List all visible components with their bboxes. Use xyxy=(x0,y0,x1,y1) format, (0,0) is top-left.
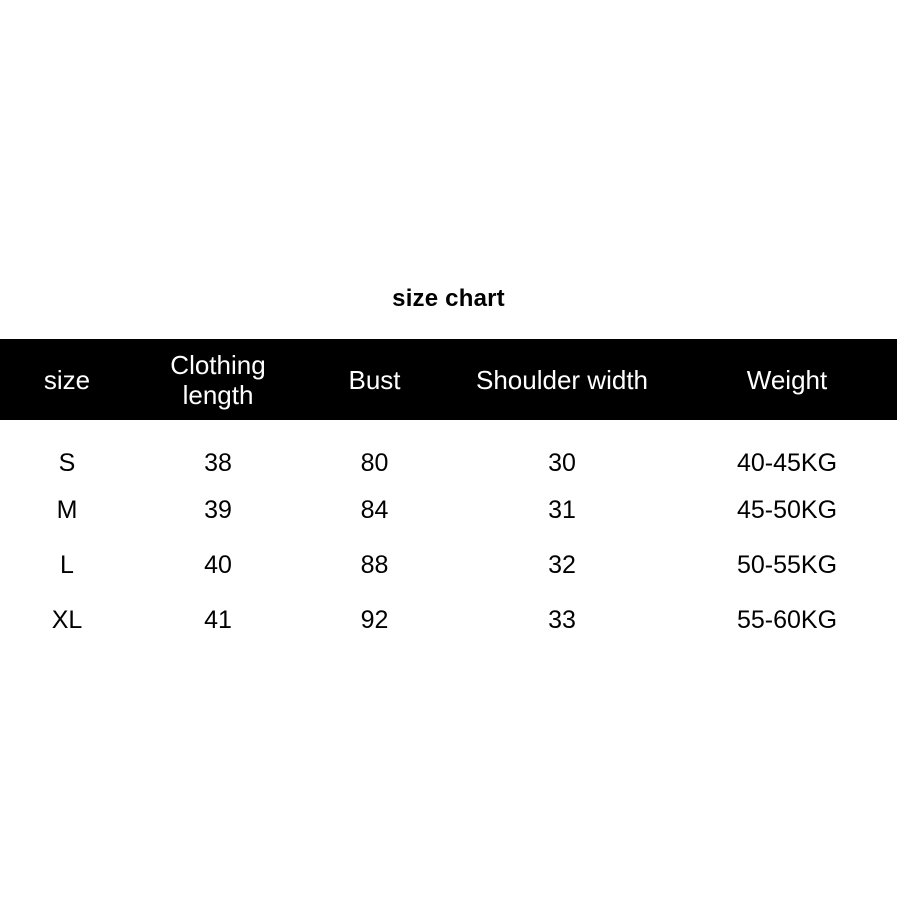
cell-shoulder: 31 xyxy=(447,482,677,537)
cell-shoulder: 30 xyxy=(447,420,677,482)
cell-size: S xyxy=(0,420,134,482)
cell-bust: 80 xyxy=(302,420,447,482)
column-header-weight: Weight xyxy=(677,339,897,420)
size-chart-page: size chart size Clothing length Bust Sho… xyxy=(0,0,897,897)
cell-shoulder: 32 xyxy=(447,537,677,592)
column-header-shoulder-width: Shoulder width xyxy=(447,339,677,420)
size-chart-table: size Clothing length Bust Shoulder width… xyxy=(0,339,897,647)
cell-bust: 88 xyxy=(302,537,447,592)
cell-weight: 45-50KG xyxy=(677,482,897,537)
cell-weight: 50-55KG xyxy=(677,537,897,592)
cell-length: 39 xyxy=(134,482,302,537)
cell-length: 38 xyxy=(134,420,302,482)
cell-size: L xyxy=(0,537,134,592)
table-row: XL 41 92 33 55-60KG xyxy=(0,592,897,647)
table-header-row: size Clothing length Bust Shoulder width… xyxy=(0,339,897,420)
table-header: size Clothing length Bust Shoulder width… xyxy=(0,339,897,420)
table-row: S 38 80 30 40-45KG xyxy=(0,420,897,482)
cell-size: XL xyxy=(0,592,134,647)
table-row: M 39 84 31 45-50KG xyxy=(0,482,897,537)
cell-weight: 55-60KG xyxy=(677,592,897,647)
column-header-weight-label: Weight xyxy=(746,364,828,395)
table-body: S 38 80 30 40-45KG M 39 84 31 45-50KG L … xyxy=(0,420,897,647)
column-header-size-label: size xyxy=(43,364,91,395)
cell-length: 41 xyxy=(134,592,302,647)
table-row: L 40 88 32 50-55KG xyxy=(0,537,897,592)
column-header-shoulder-width-label: Shoulder width xyxy=(476,364,648,395)
cell-size: M xyxy=(0,482,134,537)
page-title: size chart xyxy=(392,285,505,312)
cell-bust: 84 xyxy=(302,482,447,537)
cell-shoulder: 33 xyxy=(447,592,677,647)
column-header-clothing-length: Clothing length xyxy=(134,339,302,420)
column-header-bust: Bust xyxy=(302,339,447,420)
column-header-bust-label: Bust xyxy=(348,364,401,395)
cell-bust: 92 xyxy=(302,592,447,647)
column-header-size: size xyxy=(0,339,134,420)
column-header-clothing-length-label: Clothing length xyxy=(170,349,266,410)
cell-weight: 40-45KG xyxy=(677,420,897,482)
cell-length: 40 xyxy=(134,537,302,592)
